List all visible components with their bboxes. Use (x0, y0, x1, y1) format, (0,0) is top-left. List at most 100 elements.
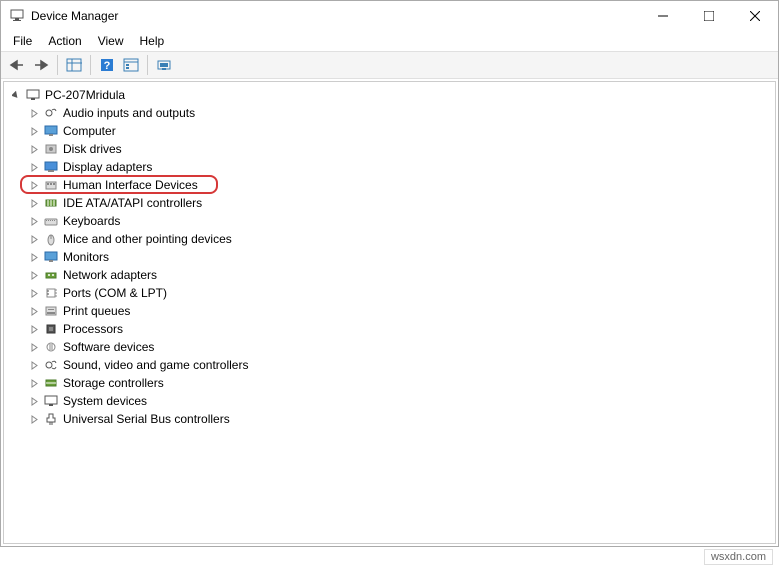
expand-icon[interactable] (28, 143, 40, 155)
menu-file[interactable]: File (5, 32, 40, 50)
device-category-icon (43, 411, 59, 427)
device-category-icon (43, 231, 59, 247)
tree-node[interactable]: Disk drives (6, 140, 773, 158)
tree-node-label: Storage controllers (63, 376, 164, 390)
device-category-icon (43, 249, 59, 265)
toolbar-separator (57, 55, 58, 75)
menu-help[interactable]: Help (132, 32, 173, 50)
tree-node-label: IDE ATA/ATAPI controllers (63, 196, 202, 210)
tree-node[interactable]: Processors (6, 320, 773, 338)
tree-node[interactable]: Ports (COM & LPT) (6, 284, 773, 302)
tree-node-label: Keyboards (63, 214, 120, 228)
back-button[interactable] (5, 53, 29, 77)
device-category-icon (43, 357, 59, 373)
tree-node[interactable]: Mice and other pointing devices (6, 230, 773, 248)
device-category-icon (43, 159, 59, 175)
menubar: File Action View Help (1, 31, 778, 51)
expand-icon[interactable] (28, 341, 40, 353)
tree-node-label: Universal Serial Bus controllers (63, 412, 230, 426)
computer-icon (25, 87, 41, 103)
tree-node[interactable]: Network adapters (6, 266, 773, 284)
device-category-icon (43, 195, 59, 211)
expand-icon[interactable] (28, 287, 40, 299)
tree-node-label: Sound, video and game controllers (63, 358, 248, 372)
tree-node-label: Processors (63, 322, 123, 336)
expand-icon[interactable] (28, 413, 40, 425)
device-manager-window: Device Manager File Action View Help (0, 0, 779, 547)
expand-icon[interactable] (28, 233, 40, 245)
device-category-icon (43, 375, 59, 391)
help-button[interactable]: ? (95, 53, 119, 77)
expand-icon[interactable] (28, 179, 40, 191)
tree-node[interactable]: Display adapters (6, 158, 773, 176)
expand-icon[interactable] (28, 125, 40, 137)
tree-node-label: Software devices (63, 340, 154, 354)
tree-node[interactable]: Keyboards (6, 212, 773, 230)
tree-node[interactable]: Computer (6, 122, 773, 140)
expand-icon[interactable] (28, 377, 40, 389)
device-category-icon (43, 141, 59, 157)
tree-node-label: Ports (COM & LPT) (63, 286, 167, 300)
device-category-icon (43, 267, 59, 283)
tree-node[interactable]: Software devices (6, 338, 773, 356)
tree-node-label: Monitors (63, 250, 109, 264)
tree-node-label: Mice and other pointing devices (63, 232, 232, 246)
tree-root-node[interactable]: PC-207Mridula (6, 86, 773, 104)
device-tree[interactable]: PC-207Mridula Audio inputs and outputs Co… (3, 81, 776, 544)
toolbar-separator (147, 55, 148, 75)
tree-node-label: Human Interface Devices (63, 178, 198, 192)
menu-view[interactable]: View (90, 32, 132, 50)
device-category-icon (43, 393, 59, 409)
device-category-icon (43, 303, 59, 319)
tree-node-label: Display adapters (63, 160, 152, 174)
window-title: Device Manager (31, 9, 640, 23)
expand-icon[interactable] (28, 395, 40, 407)
expand-icon[interactable] (28, 359, 40, 371)
device-category-icon (43, 105, 59, 121)
collapse-icon[interactable] (10, 89, 22, 101)
expand-icon[interactable] (28, 269, 40, 281)
tree-node[interactable]: Print queues (6, 302, 773, 320)
device-category-icon (43, 339, 59, 355)
expand-icon[interactable] (28, 323, 40, 335)
tree-node[interactable]: Audio inputs and outputs (6, 104, 773, 122)
expand-icon[interactable] (28, 251, 40, 263)
device-category-icon (43, 285, 59, 301)
device-category-icon (43, 213, 59, 229)
show-hide-tree-button[interactable] (62, 53, 86, 77)
tree-node-label: Audio inputs and outputs (63, 106, 195, 120)
watermark: wsxdn.com (704, 549, 773, 565)
window-controls (640, 1, 778, 31)
svg-text:?: ? (104, 60, 111, 72)
expand-icon[interactable] (28, 161, 40, 173)
tree-node-label: Disk drives (63, 142, 122, 156)
expand-icon[interactable] (28, 197, 40, 209)
toolbar: ? (1, 51, 778, 79)
device-category-icon (43, 321, 59, 337)
tree-node[interactable]: System devices (6, 392, 773, 410)
device-category-icon (43, 177, 59, 193)
expand-icon[interactable] (28, 107, 40, 119)
device-category-icon (43, 123, 59, 139)
menu-action[interactable]: Action (40, 32, 89, 50)
properties-button[interactable] (119, 53, 143, 77)
tree-node[interactable]: Storage controllers (6, 374, 773, 392)
tree-node-label: Print queues (63, 304, 130, 318)
tree-node[interactable]: Universal Serial Bus controllers (6, 410, 773, 428)
close-button[interactable] (732, 1, 778, 31)
tree-node-label: System devices (63, 394, 147, 408)
tree-node[interactable]: Human Interface Devices (6, 176, 773, 194)
expand-icon[interactable] (28, 215, 40, 227)
forward-button[interactable] (29, 53, 53, 77)
titlebar: Device Manager (1, 1, 778, 31)
maximize-button[interactable] (686, 1, 732, 31)
tree-node[interactable]: Sound, video and game controllers (6, 356, 773, 374)
minimize-button[interactable] (640, 1, 686, 31)
tree-node-label: Computer (63, 124, 116, 138)
expand-icon[interactable] (28, 305, 40, 317)
tree-node[interactable]: IDE ATA/ATAPI controllers (6, 194, 773, 212)
tree-node[interactable]: Monitors (6, 248, 773, 266)
app-icon (9, 8, 25, 24)
scan-hardware-button[interactable] (152, 53, 176, 77)
tree-root-label: PC-207Mridula (45, 88, 125, 102)
